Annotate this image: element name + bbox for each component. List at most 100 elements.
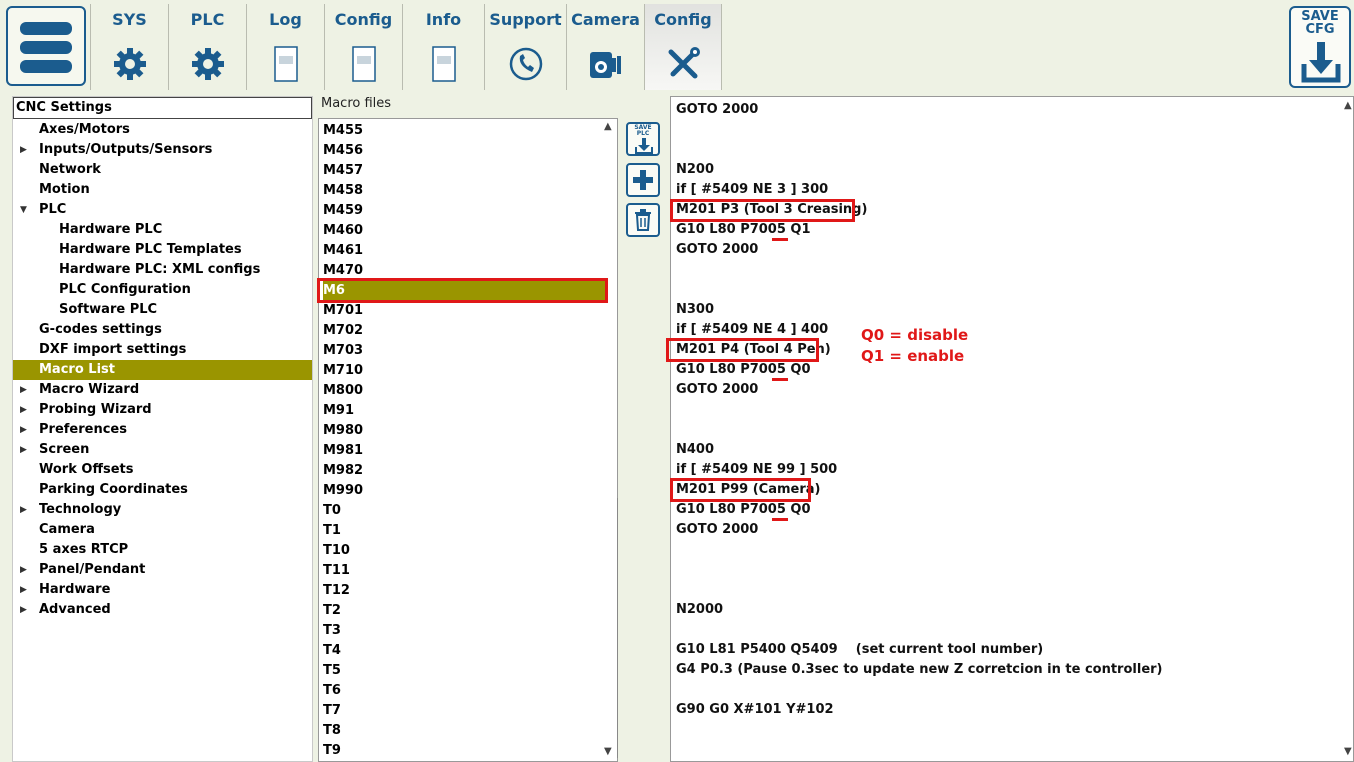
tree-item[interactable]: Work Offsets bbox=[13, 460, 312, 480]
macro-file-item[interactable]: T0 bbox=[323, 501, 606, 521]
tree-item[interactable]: Hardware PLC bbox=[13, 220, 312, 240]
tree-item-label: Macro List bbox=[39, 362, 115, 377]
tab-config-active[interactable]: Config bbox=[644, 4, 722, 90]
macro-file-item[interactable]: M460 bbox=[323, 221, 606, 241]
tree-item[interactable]: ▶ Inputs/Outputs/Sensors bbox=[13, 140, 312, 160]
expand-arrow-icon[interactable]: ▶ bbox=[20, 560, 27, 580]
tab-camera[interactable]: Camera bbox=[566, 4, 644, 90]
tree-item-label: PLC bbox=[39, 202, 67, 217]
tree-item[interactable]: Software PLC bbox=[13, 300, 312, 320]
save-plc-button[interactable]: SAVE PLC bbox=[626, 122, 660, 156]
macro-file-item[interactable]: M456 bbox=[323, 141, 606, 161]
macro-file-item[interactable]: M703 bbox=[323, 341, 606, 361]
tree-item[interactable]: PLC Configuration bbox=[13, 280, 312, 300]
macro-files-list[interactable]: M455 M456 M457 M458 M459 M460 M461 M470 M6 M701 M7… bbox=[318, 118, 618, 762]
tab-config[interactable]: Config bbox=[324, 4, 402, 90]
macro-file-item[interactable]: T6 bbox=[323, 681, 606, 701]
add-macro-button[interactable] bbox=[626, 163, 660, 197]
code-line: N300 bbox=[676, 302, 715, 317]
macro-file-item[interactable]: T9 bbox=[323, 741, 606, 761]
macro-file-item[interactable]: T5 bbox=[323, 661, 606, 681]
tree-item[interactable]: Hardware PLC: XML configs bbox=[13, 260, 312, 280]
macro-file-item[interactable]: T11 bbox=[323, 561, 606, 581]
tree-item[interactable]: ▶ Screen bbox=[13, 440, 312, 460]
macro-file-item[interactable]: M91 bbox=[323, 401, 606, 421]
tree-item[interactable]: 5 axes RTCP bbox=[13, 540, 312, 560]
tree-item[interactable]: Macro List bbox=[13, 360, 312, 380]
tab-info[interactable]: Info bbox=[402, 4, 484, 90]
scroll-up-icon[interactable]: ▲ bbox=[604, 121, 612, 132]
macro-file-item[interactable]: M800 bbox=[323, 381, 606, 401]
expand-arrow-icon[interactable]: ▶ bbox=[20, 380, 27, 400]
scrollbar[interactable] bbox=[617, 498, 618, 758]
expand-arrow-icon[interactable]: ▶ bbox=[20, 440, 27, 460]
macro-file-item[interactable]: T3 bbox=[323, 621, 606, 641]
expand-arrow-icon[interactable]: ▶ bbox=[20, 500, 27, 520]
tree-item[interactable]: Hardware PLC Templates bbox=[13, 240, 312, 260]
expand-arrow-icon[interactable]: ▶ bbox=[20, 420, 27, 440]
macro-file-item[interactable]: T1 bbox=[323, 521, 606, 541]
macro-files-label: Macro files bbox=[321, 96, 392, 111]
tree-item[interactable]: ▶ Panel/Pendant bbox=[13, 560, 312, 580]
tree-item[interactable]: ▼ PLC bbox=[13, 200, 312, 220]
tree-item[interactable]: Network bbox=[13, 160, 312, 180]
macro-file-item[interactable]: T10 bbox=[323, 541, 606, 561]
macro-file-item[interactable]: M982 bbox=[323, 461, 606, 481]
macro-file-item[interactable]: T2 bbox=[323, 601, 606, 621]
tree-item[interactable]: Motion bbox=[13, 180, 312, 200]
tree-item[interactable]: G-codes settings bbox=[13, 320, 312, 340]
expand-arrow-icon[interactable]: ▶ bbox=[20, 140, 27, 160]
tree-item[interactable]: ▶ Hardware bbox=[13, 580, 312, 600]
tab-sys[interactable]: SYS bbox=[90, 4, 168, 90]
macro-file-item[interactable]: M455 bbox=[323, 121, 606, 141]
editor-scroll-up-icon[interactable]: ▲ bbox=[1344, 100, 1352, 111]
tree-item[interactable]: Camera bbox=[13, 520, 312, 540]
expand-arrow-icon[interactable]: ▶ bbox=[20, 400, 27, 420]
editor-scroll-down-icon[interactable]: ▼ bbox=[1344, 746, 1352, 757]
tree-item-label: Work Offsets bbox=[39, 462, 134, 477]
expand-arrow-icon[interactable]: ▶ bbox=[20, 600, 27, 620]
expand-arrow-icon[interactable]: ▶ bbox=[20, 580, 27, 600]
underline-mark bbox=[772, 518, 788, 521]
tree-item[interactable]: ▶ Advanced bbox=[13, 600, 312, 620]
tree-item-label: Network bbox=[39, 162, 101, 177]
scroll-down-icon[interactable]: ▼ bbox=[604, 746, 612, 757]
tree-item[interactable]: DXF import settings bbox=[13, 340, 312, 360]
macro-file-item[interactable]: M702 bbox=[323, 321, 606, 341]
delete-macro-button[interactable] bbox=[626, 203, 660, 237]
tree-item[interactable]: Axes/Motors bbox=[13, 120, 312, 140]
macro-file-item[interactable]: M457 bbox=[323, 161, 606, 181]
macro-file-item[interactable]: M980 bbox=[323, 421, 606, 441]
macro-file-item[interactable]: M981 bbox=[323, 441, 606, 461]
tree-item[interactable]: ▶ Probing Wizard bbox=[13, 400, 312, 420]
tree-item-label: Hardware PLC Templates bbox=[59, 242, 242, 257]
tree-item[interactable]: ▶ Technology bbox=[13, 500, 312, 520]
tree-item[interactable]: ▶ Macro Wizard bbox=[13, 380, 312, 400]
macro-file-item[interactable]: M710 bbox=[323, 361, 606, 381]
macro-file-item[interactable]: T8 bbox=[323, 721, 606, 741]
code-line: G10 L80 P7005 Q0 bbox=[676, 502, 811, 517]
tree-item[interactable]: ▶ Preferences bbox=[13, 420, 312, 440]
tree-item-label: Advanced bbox=[39, 602, 111, 617]
tree-item-label: 5 axes RTCP bbox=[39, 542, 129, 557]
macro-file-item[interactable]: M461 bbox=[323, 241, 606, 261]
macro-file-item[interactable]: M701 bbox=[323, 301, 606, 321]
save-cfg-button[interactable]: SAVE CFG bbox=[1289, 6, 1351, 88]
macro-file-item[interactable]: T12 bbox=[323, 581, 606, 601]
code-line: N400 bbox=[676, 442, 715, 457]
underline-mark bbox=[772, 238, 788, 241]
main-menu-button[interactable] bbox=[6, 6, 86, 86]
download-icon bbox=[635, 138, 653, 154]
macro-file-item[interactable]: T4 bbox=[323, 641, 606, 661]
expand-arrow-icon[interactable]: ▼ bbox=[20, 200, 27, 220]
tree-item[interactable]: Parking Coordinates bbox=[13, 480, 312, 500]
tab-log[interactable]: Log bbox=[246, 4, 324, 90]
tab-support[interactable]: Support bbox=[484, 4, 566, 90]
tab-plc[interactable]: PLC bbox=[168, 4, 246, 90]
document-icon bbox=[351, 46, 376, 82]
macro-file-item[interactable]: M990 bbox=[323, 481, 606, 501]
macro-file-item[interactable]: M459 bbox=[323, 201, 606, 221]
macro-file-item[interactable]: M458 bbox=[323, 181, 606, 201]
macro-file-item[interactable]: T7 bbox=[323, 701, 606, 721]
tree-item-label: Axes/Motors bbox=[39, 122, 130, 137]
